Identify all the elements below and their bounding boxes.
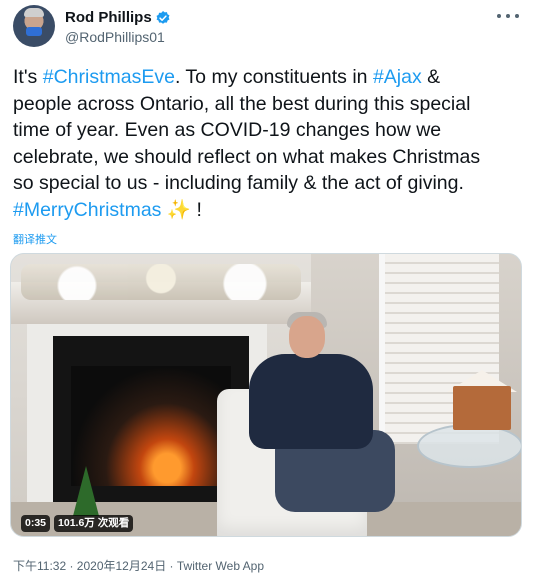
tweet-timestamp[interactable]: 下午11:32 · 2020年12月24日 · Twitter Web App — [13, 557, 264, 574]
tweet-text-line: #MerryChristmas ✨ ! — [13, 197, 523, 224]
video-garland — [21, 264, 301, 300]
video-person-body — [249, 354, 373, 449]
author-name-row[interactable]: Rod Phillips — [65, 9, 171, 26]
video-overlay: 0:35 101.6万 次观看 — [21, 515, 134, 532]
video-person-head — [289, 316, 325, 358]
tweet-text-line: It's #ChristmasEve. To my constituents i… — [13, 64, 523, 91]
hashtag-link[interactable]: #MerryChristmas — [13, 199, 161, 221]
video-duration: 0:35 — [21, 515, 51, 532]
hashtag-link[interactable]: #Ajax — [373, 66, 422, 88]
verified-badge-icon — [155, 10, 171, 26]
tweet-header: Rod Phillips @RodPhillips01 — [13, 5, 523, 51]
tweet-text-segment: It's — [13, 66, 43, 88]
tweet-text-segment: & — [421, 66, 441, 88]
video-fire — [71, 366, 231, 486]
tweet-text-line: so special to us - including family & th… — [13, 170, 523, 197]
hashtag-link[interactable]: #ChristmasEve — [43, 66, 175, 88]
tweet-text-line: time of year. Even as COVID-19 changes h… — [13, 117, 523, 144]
avatar-mask — [26, 27, 42, 36]
author-handle[interactable]: @RodPhillips01 — [65, 29, 165, 45]
author-display-name[interactable]: Rod Phillips — [65, 9, 152, 26]
translate-tweet-link[interactable]: 翻译推文 — [13, 231, 57, 247]
video-gingerbread-house — [453, 386, 511, 430]
tweet-text-segment: people across Ontario, all the best duri… — [13, 92, 471, 115]
avatar[interactable] — [13, 5, 55, 47]
video-view-count: 101.6万 次观看 — [54, 515, 134, 532]
tweet-text-segment: time of year. Even as COVID-19 changes h… — [13, 119, 442, 142]
video-side-table — [417, 424, 521, 468]
tweet-text: It's #ChristmasEve. To my constituents i… — [13, 64, 523, 224]
tweet-text-line: people across Ontario, all the best duri… — [13, 91, 523, 118]
tweet-text-segment: so special to us - including family & th… — [13, 172, 464, 195]
avatar-hair — [24, 8, 44, 17]
tweet-text-segment: . To my constituents in — [174, 66, 373, 88]
more-options-icon[interactable] — [497, 9, 519, 23]
tweet-text-segment: ✨ ! — [161, 198, 202, 221]
tweet-text-line: celebrate, we should reflect on what mak… — [13, 144, 523, 171]
video-player[interactable]: 0:35 101.6万 次观看 — [10, 253, 522, 537]
tweet-text-segment: celebrate, we should reflect on what mak… — [13, 145, 481, 168]
